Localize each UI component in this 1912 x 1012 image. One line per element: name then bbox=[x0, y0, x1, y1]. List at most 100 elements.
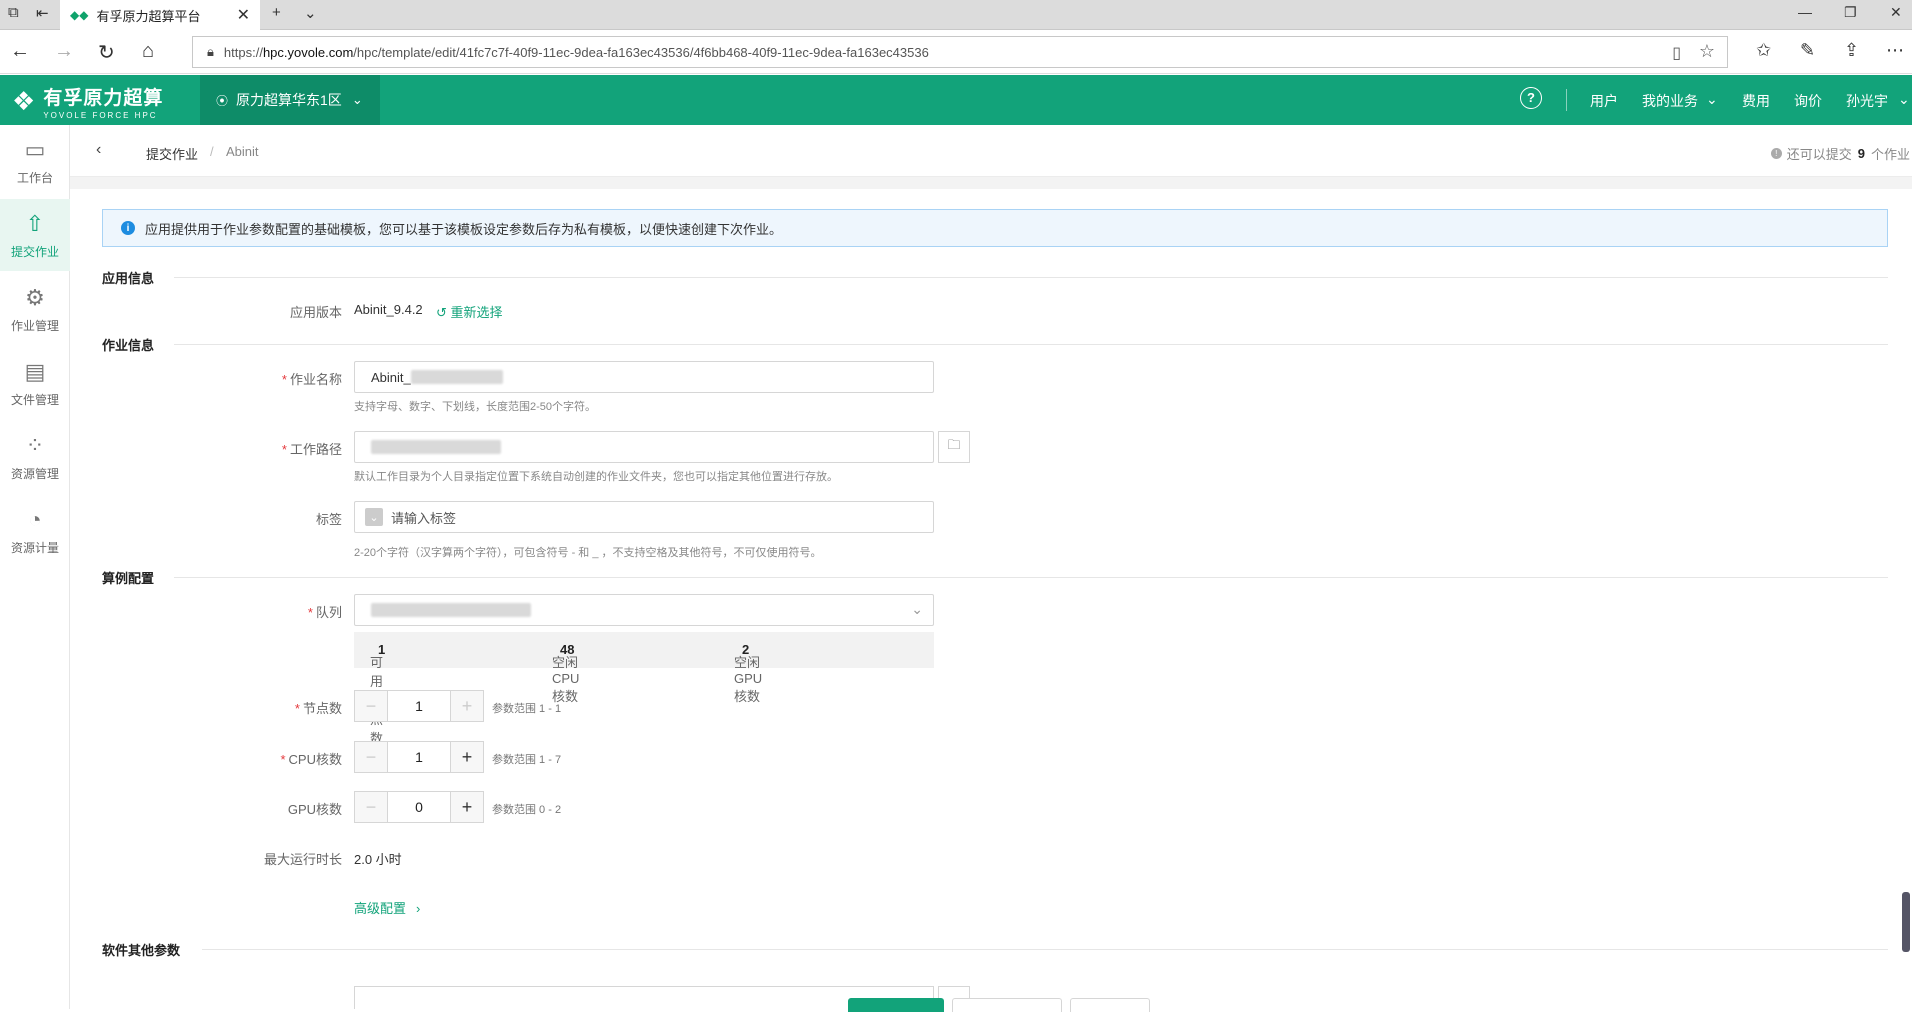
nav-username[interactable]: 孙光宇 bbox=[1846, 91, 1888, 111]
location-pin-icon: ⦿ bbox=[216, 93, 229, 108]
refresh-icon: ↺ bbox=[436, 305, 451, 320]
url-host: hpc.yovole.com bbox=[262, 44, 354, 60]
decrement-button[interactable]: − bbox=[355, 792, 387, 822]
tab-list-chevron-icon[interactable]: ⌄ bbox=[304, 4, 317, 22]
nodes-stepper[interactable]: − 1 + bbox=[354, 690, 484, 722]
sidebar-item-label: 资源管理 bbox=[10, 466, 59, 481]
back-icon[interactable]: ← bbox=[10, 40, 30, 63]
browser-nav-bar: ← → ↻ ⌂ 🔒︎ https://hpc.yovole.com/hpc/te… bbox=[0, 30, 1912, 74]
app-header: ❖ 有孚原力超算 YOVOLE FORCE HPC ⦿ 原力超算华东1区 ⌄ ?… bbox=[0, 75, 1912, 125]
notes-pen-icon[interactable]: ✎ bbox=[1800, 40, 1815, 61]
submit-job-icon: ⇧ bbox=[25, 210, 45, 236]
quota-prefix: 还可以提交 bbox=[1786, 147, 1852, 162]
favorite-star-icon[interactable]: ☆ bbox=[1699, 41, 1715, 62]
info-icon: i bbox=[121, 221, 135, 235]
software-param-input[interactable] bbox=[354, 986, 934, 1009]
reselect-link[interactable]: ↺ 重新选择 bbox=[436, 302, 503, 321]
gauge-icon: ◔ bbox=[28, 506, 42, 532]
sidebar-item-resource-metering[interactable]: ◔ 资源计量 bbox=[0, 495, 70, 567]
folder-icon: 🗀︎ bbox=[947, 437, 961, 452]
cpu-stepper[interactable]: − 1 + bbox=[354, 741, 484, 773]
increment-button[interactable]: + bbox=[451, 691, 483, 721]
cpu-range: 参数范围 1 - 7 bbox=[492, 754, 562, 766]
nav-inquiry[interactable]: 询价 bbox=[1794, 91, 1822, 111]
tag-input[interactable]: ⌄ 请输入标签 bbox=[354, 501, 934, 533]
set-aside-tabs-icon[interactable]: ⇤ bbox=[36, 4, 49, 22]
sidebar-item-job-management[interactable]: ⚙ 作业管理 bbox=[0, 273, 70, 345]
reading-view-icon[interactable]: ▯ bbox=[1672, 43, 1681, 63]
free-gpu: 空闲GPU核数 2 bbox=[734, 642, 762, 704]
sidebar-item-label: 提交作业 bbox=[10, 244, 59, 259]
browser-tab[interactable]: ◆◆ 有孚原力超算平台 ✕ bbox=[60, 0, 260, 30]
required-mark: * bbox=[294, 701, 300, 716]
gpu-stepper[interactable]: − 0 + bbox=[354, 791, 484, 823]
job-name-hint: 支持字母、数字、下划线，长度范围2-50个字符。 bbox=[354, 401, 597, 413]
advanced-config-link[interactable]: 高级配置 › bbox=[354, 898, 420, 917]
forward-icon[interactable]: → bbox=[54, 40, 74, 63]
sidebar-item-workbench[interactable]: ▭ 工作台 bbox=[0, 125, 70, 197]
nav-my-business[interactable]: 我的业务 bbox=[1642, 91, 1698, 111]
sidebar-item-label: 文件管理 bbox=[10, 392, 59, 407]
apps-grid-icon: ⁘ bbox=[25, 432, 45, 458]
section-software-params: 软件其他参数 bbox=[102, 940, 1888, 960]
submit-button[interactable] bbox=[848, 998, 944, 1012]
section-title: 算例配置 bbox=[102, 571, 155, 586]
sidebar-item-label: 资源计量 bbox=[10, 540, 59, 555]
favorites-icon[interactable]: ✩ bbox=[1756, 40, 1771, 61]
queue-select[interactable]: ⌄ bbox=[354, 594, 934, 626]
tab-actions-icon[interactable]: ⧉ bbox=[8, 4, 19, 21]
more-icon[interactable]: ⋯ bbox=[1886, 40, 1904, 61]
job-name-input[interactable]: Abinit_ bbox=[354, 361, 934, 393]
increment-button[interactable]: + bbox=[451, 742, 483, 772]
logo[interactable]: ❖ 有孚原力超算 YOVOLE FORCE HPC bbox=[12, 83, 163, 120]
nodes-value[interactable]: 1 bbox=[387, 691, 451, 721]
decrement-button[interactable]: − bbox=[355, 691, 387, 721]
chevron-down-icon: ⌄ bbox=[911, 601, 923, 617]
tag-hint: 2-20个字符（汉字算两个字符），可包含符号 - 和 _ ，不支持空格及其他符号… bbox=[354, 547, 822, 559]
section-divider bbox=[174, 577, 1888, 578]
refresh-icon[interactable]: ↻ bbox=[98, 40, 115, 65]
cpu-label-text: CPU核数 bbox=[288, 752, 342, 767]
help-icon[interactable]: ? bbox=[1520, 87, 1542, 109]
required-mark: * bbox=[281, 372, 287, 387]
sidebar-item-resource-management[interactable]: ⁘ 资源管理 bbox=[0, 421, 70, 493]
work-path-label: * 工作路径 bbox=[202, 439, 342, 458]
lock-icon: 🔒︎ bbox=[207, 44, 214, 59]
sidebar-item-submit-job[interactable]: ⇧ 提交作业 bbox=[0, 199, 70, 271]
nav-fee[interactable]: 费用 bbox=[1742, 91, 1770, 111]
home-icon[interactable]: ⌂ bbox=[142, 40, 154, 63]
cpu-label: * CPU核数 bbox=[202, 749, 342, 768]
tab-close-icon[interactable]: ✕ bbox=[237, 5, 250, 25]
restore-icon[interactable]: ❐ bbox=[1844, 4, 1857, 21]
region-selector[interactable]: ⦿ 原力超算华东1区 ⌄ bbox=[200, 75, 380, 125]
reselect-label: 重新选择 bbox=[450, 305, 503, 320]
address-bar[interactable]: 🔒︎ https://hpc.yovole.com/hpc/template/e… bbox=[192, 36, 1728, 68]
quota-count: 9 bbox=[1857, 146, 1865, 161]
browser-tab-bar: ⧉ ⇤ ◆◆ 有孚原力超算平台 ✕ + ⌄ — ❐ ✕ bbox=[0, 0, 1912, 30]
free-cpu: 空闲CPU核数 48 bbox=[552, 642, 579, 704]
work-path-input[interactable] bbox=[354, 431, 934, 463]
breadcrumb-parent[interactable]: 提交作业 bbox=[146, 144, 198, 163]
share-icon[interactable]: ⇪ bbox=[1844, 40, 1859, 61]
new-tab-icon[interactable]: + bbox=[272, 4, 281, 21]
nav-user[interactable]: 用户 bbox=[1590, 91, 1618, 111]
file-icon: ▤ bbox=[24, 358, 46, 384]
section-divider bbox=[202, 949, 1888, 950]
folder-browse-button[interactable]: 🗀︎ bbox=[938, 431, 970, 463]
chevron-down-icon: ⌄ bbox=[1706, 91, 1718, 107]
cpu-value[interactable]: 1 bbox=[387, 742, 451, 772]
window-close-icon[interactable]: ✕ bbox=[1890, 4, 1902, 21]
gpu-value[interactable]: 0 bbox=[387, 792, 451, 822]
region-name: 原力超算华东1区 bbox=[236, 92, 342, 108]
decrement-button[interactable]: − bbox=[355, 742, 387, 772]
minimize-icon[interactable]: — bbox=[1798, 4, 1812, 20]
queue-label: * 队列 bbox=[202, 602, 342, 621]
increment-button[interactable]: + bbox=[451, 792, 483, 822]
cancel-button[interactable] bbox=[1070, 998, 1150, 1012]
sidebar-item-file-management[interactable]: ▤ 文件管理 bbox=[0, 347, 70, 419]
save-template-button[interactable] bbox=[952, 998, 1062, 1012]
back-chevron-icon[interactable]: ‹ bbox=[96, 141, 101, 159]
redacted-text bbox=[371, 603, 531, 617]
scrollbar-thumb[interactable] bbox=[1902, 892, 1910, 952]
job-quota: ! 还可以提交 9 个作业 bbox=[1770, 144, 1910, 163]
